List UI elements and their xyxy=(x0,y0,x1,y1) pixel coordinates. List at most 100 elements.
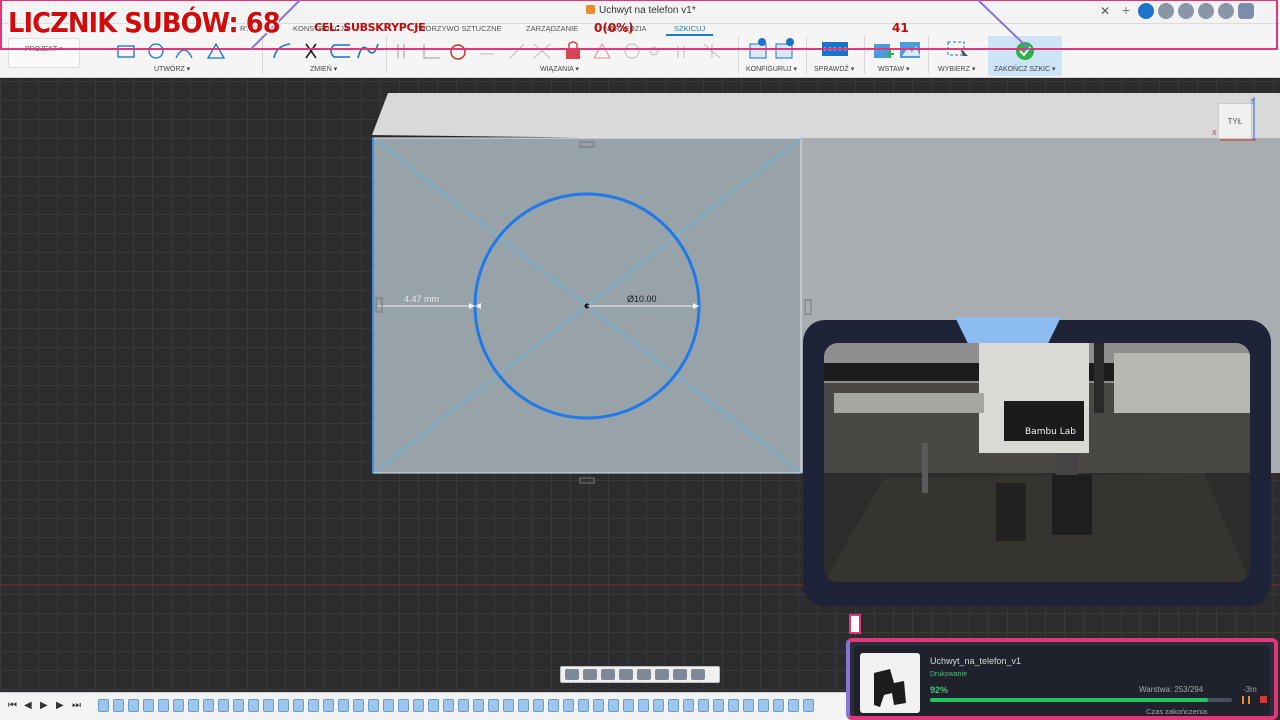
tab-zarzadzanie[interactable]: ZARZĄDZANIE xyxy=(526,24,578,33)
timeline-feature[interactable] xyxy=(608,699,619,712)
look-at-icon[interactable] xyxy=(583,669,597,680)
timeline-feature[interactable] xyxy=(428,699,439,712)
diameter-dimension-value[interactable]: Ø10.00 xyxy=(627,294,657,304)
timeline-feature[interactable] xyxy=(668,699,679,712)
zoom-icon[interactable] xyxy=(619,669,633,680)
timeline-feature[interactable] xyxy=(488,699,499,712)
body-top-face[interactable] xyxy=(372,93,1280,140)
group-insert[interactable]: WSTAW ▾ xyxy=(878,65,910,73)
timeline-feature[interactable] xyxy=(413,699,424,712)
timeline-feature[interactable] xyxy=(353,699,364,712)
timeline-feature[interactable] xyxy=(113,699,124,712)
viewcube[interactable]: TYŁ xyxy=(1218,103,1252,139)
timeline-feature[interactable] xyxy=(338,699,349,712)
pause-icon[interactable] xyxy=(1242,696,1250,704)
tab-tworzywo[interactable]: TWORZYWO SZTUCZNE xyxy=(414,24,502,33)
timeline-feature[interactable] xyxy=(248,699,259,712)
timeline-feature[interactable] xyxy=(758,699,769,712)
width-dimension-value[interactable]: 4.47 mm xyxy=(404,294,439,304)
timeline-feature[interactable] xyxy=(563,699,574,712)
group-finish[interactable]: ZAKOŃCZ SZKIC ▾ xyxy=(994,65,1055,73)
go-end-icon[interactable]: ⏭ xyxy=(72,700,81,711)
new-tab-icon[interactable]: + xyxy=(1118,3,1134,19)
timeline-feature[interactable] xyxy=(578,699,589,712)
window-title-text: Uchwyt na telefon v1* xyxy=(599,5,696,16)
stop-icon[interactable] xyxy=(1260,696,1267,703)
timeline-feature[interactable] xyxy=(218,699,229,712)
timeline-feature[interactable] xyxy=(713,699,724,712)
timeline-feature[interactable] xyxy=(98,699,109,712)
measure-icon[interactable] xyxy=(822,38,848,60)
timeline-feature[interactable] xyxy=(173,699,184,712)
timeline-feature[interactable] xyxy=(773,699,784,712)
display-settings-icon[interactable] xyxy=(655,669,669,680)
clock-icon[interactable] xyxy=(1178,3,1194,19)
zoom-window-icon[interactable] xyxy=(637,669,651,680)
timeline-feature[interactable] xyxy=(623,699,634,712)
help-icon[interactable] xyxy=(1218,3,1234,19)
orbit-icon[interactable] xyxy=(565,669,579,680)
grid-icon[interactable] xyxy=(673,669,687,680)
create-tools-icons[interactable] xyxy=(92,38,242,60)
viewports-icon[interactable] xyxy=(691,669,705,680)
group-select[interactable]: WYBIERZ ▾ xyxy=(938,65,975,73)
phone-holder-icon xyxy=(874,669,906,707)
timeline-feature[interactable] xyxy=(653,699,664,712)
timeline-feature[interactable] xyxy=(518,699,529,712)
timeline-feature[interactable] xyxy=(323,699,334,712)
timeline-feature[interactable] xyxy=(458,699,469,712)
timeline-feature[interactable] xyxy=(533,699,544,712)
timeline-feature[interactable] xyxy=(443,699,454,712)
timeline-feature[interactable] xyxy=(398,699,409,712)
group-inspect[interactable]: SPRAWDŹ ▾ xyxy=(814,65,854,73)
group-constraints[interactable]: WIĄZANIA ▾ xyxy=(540,65,579,73)
goal-target: 41 xyxy=(892,21,909,35)
timeline-feature[interactable] xyxy=(788,699,799,712)
timeline-feature[interactable] xyxy=(368,699,379,712)
projekt-dropdown[interactable]: PROJEKT ▾ xyxy=(8,38,80,68)
group-create[interactable]: UTWÓRZ ▾ xyxy=(154,65,190,73)
timeline-feature[interactable] xyxy=(638,699,649,712)
tab-szkicuj[interactable]: SZKICUJ xyxy=(665,24,714,36)
play-icon[interactable]: ▶ xyxy=(40,700,48,711)
notifications-icon[interactable] xyxy=(1198,3,1214,19)
timeline-feature[interactable] xyxy=(128,699,139,712)
timeline-feature[interactable] xyxy=(383,699,394,712)
timeline-feature[interactable] xyxy=(308,699,319,712)
navigation-toolbar xyxy=(560,666,720,683)
timeline-feature[interactable] xyxy=(728,699,739,712)
configure-icons[interactable] xyxy=(748,38,800,60)
jobs-icon[interactable] xyxy=(1158,3,1174,19)
timeline-feature[interactable] xyxy=(293,699,304,712)
timeline-feature[interactable] xyxy=(743,699,754,712)
edge-grip-bottom[interactable] xyxy=(579,477,595,484)
pan-icon[interactable] xyxy=(601,669,615,680)
timeline-feature[interactable] xyxy=(698,699,709,712)
group-configure[interactable]: KONFIGURUJ ▾ xyxy=(746,65,797,73)
modify-tools-icons[interactable] xyxy=(270,38,380,60)
printer-camera-feed: Bambu Lab xyxy=(824,343,1250,582)
timeline-feature[interactable] xyxy=(503,699,514,712)
step-back-icon[interactable]: ◀ xyxy=(24,700,32,711)
timeline-feature[interactable] xyxy=(143,699,154,712)
step-forward-icon[interactable]: ▶ xyxy=(56,700,64,711)
timeline-feature[interactable] xyxy=(803,699,814,712)
timeline-feature[interactable] xyxy=(473,699,484,712)
timeline-feature[interactable] xyxy=(188,699,199,712)
timeline-feature[interactable] xyxy=(203,699,214,712)
extensions-icon[interactable] xyxy=(1138,3,1154,19)
constraint-tools-icons[interactable] xyxy=(394,38,734,60)
timeline-feature[interactable] xyxy=(233,699,244,712)
go-start-icon[interactable]: ⏮ xyxy=(8,700,17,711)
select-icon[interactable] xyxy=(946,38,970,60)
timeline-feature[interactable] xyxy=(593,699,604,712)
avatar[interactable] xyxy=(1238,3,1254,19)
timeline-feature[interactable] xyxy=(548,699,559,712)
timeline-feature[interactable] xyxy=(683,699,694,712)
timeline-feature[interactable] xyxy=(158,699,169,712)
timeline-feature[interactable] xyxy=(263,699,274,712)
close-tab-icon[interactable]: ✕ xyxy=(1100,4,1110,18)
insert-icons[interactable] xyxy=(872,38,922,60)
group-modify[interactable]: ZMIEŃ ▾ xyxy=(310,65,337,73)
timeline-feature[interactable] xyxy=(278,699,289,712)
